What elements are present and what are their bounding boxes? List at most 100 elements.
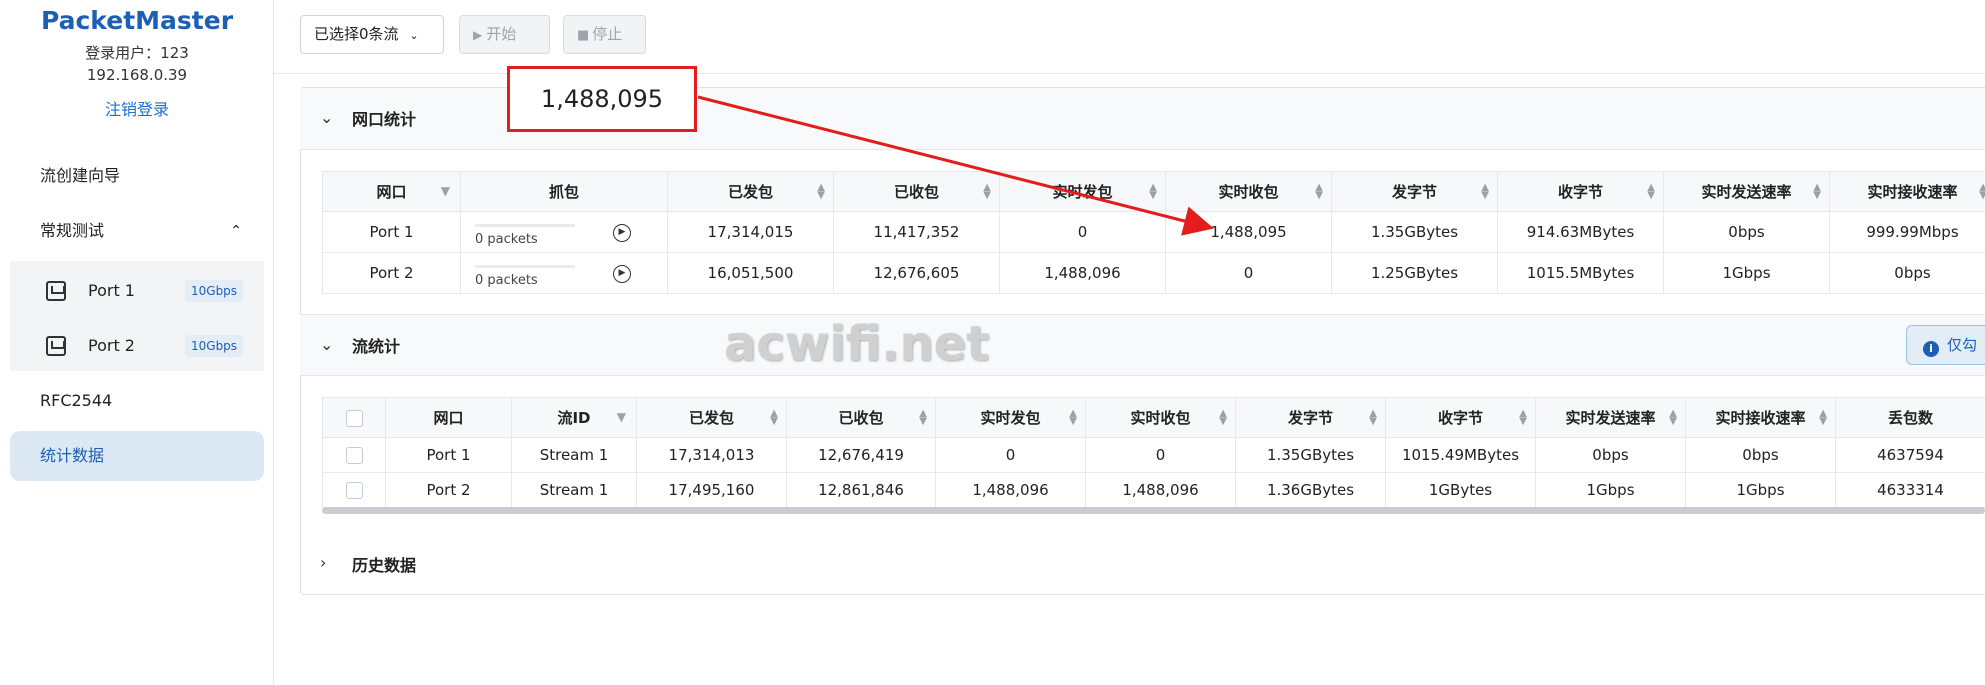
cell-flow-id: Stream 1 [511,437,637,473]
sort-icon[interactable]: ▲▼ [1979,183,1985,201]
info-tag: i 仅勾 [1906,325,1985,365]
cell-port: Port 2 [322,252,461,294]
flow-select-label: 已选择0条流 [314,25,399,43]
port-1-speed-badge: 10Gbps [185,280,244,302]
filter-icon[interactable]: ▼ [617,410,626,424]
start-button[interactable]: ▶ 开始 [459,15,550,54]
chevron-right-icon: › [320,553,327,572]
sort-icon[interactable]: ▲▼ [1069,409,1077,427]
capture-progress [475,265,575,268]
sort-icon[interactable]: ▲▼ [817,183,825,201]
col-rt-rx[interactable]: 实时收包 ▲ ▼ [1085,397,1236,438]
sidebar-item-port-1[interactable]: Port 1 10Gbps [10,264,264,318]
cell-rt-rx: 0 [1165,252,1332,294]
sort-icon[interactable]: ▲▼ [1813,183,1821,201]
col-rx-rate[interactable]: 实时接收速率▲▼ [1685,397,1836,438]
cell-port: Port 2 [385,472,512,508]
cell-tx-rate: 0bps [1663,211,1830,253]
cell-rt-rx: 1,488,095 [1165,211,1332,253]
chevron-down-icon: ⌄ [409,29,419,42]
sidebar-item-port-2[interactable]: Port 2 10Gbps [10,319,264,373]
col-rx-rate[interactable]: 实时接收速率▲▼ [1829,171,1985,212]
col-select-all[interactable] [322,397,386,438]
cell-rt-tx: 1,488,096 [999,252,1166,294]
sort-icon[interactable]: ▲▼ [1647,183,1655,201]
sort-icon[interactable]: ▲▼ [770,409,778,427]
port-2-speed-badge: 10Gbps [185,335,244,357]
col-rt-tx[interactable]: 实时发包 ▲ ▼ [999,171,1166,212]
stop-button[interactable]: ■ 停止 [563,15,646,54]
cell-tx: 17,495,160 [636,472,787,508]
cell-rx-bytes: 1GBytes [1385,472,1536,508]
history-header[interactable]: › 历史数据 [300,535,1985,595]
logout-link[interactable]: 注销登录 [0,96,274,120]
port-2-label: Port 2 [88,336,135,355]
cell-tx: 16,051,500 [667,252,834,294]
sort-icon[interactable]: ▲▼ [1149,183,1157,201]
annotation-callout: 1,488,095 [507,66,697,132]
cell-rx: 12,676,419 [786,437,936,473]
col-rx-bytes[interactable]: 收字节 ▲ ▼ [1385,397,1536,438]
col-rx-bytes[interactable]: 收字节 ▲ ▼ [1497,171,1664,212]
col-tx-rate[interactable]: 实时发送速率 ▲ ▼ [1663,171,1830,212]
col-flow-id[interactable]: 流ID ▼ [511,397,637,438]
col-tx-bytes[interactable]: 发字节 ▲ ▼ [1235,397,1386,438]
flow-stats-table: 网口 流ID ▼ 已发包 ▲ ▼ 已收包 ▲ ▼ 实时发包 ▲ ▼ 实时收包 ▲ ▼ 发字节 ▲ ▼ … [322,397,1985,508]
cell-flow-id: Stream 1 [511,472,637,508]
col-tx-bytes[interactable]: 发字节 ▲ ▼ [1331,171,1498,212]
select-all-checkbox[interactable] [345,409,363,427]
sort-icon[interactable]: ▲▼ [983,183,991,201]
cell-rt-rx: 0 [1085,437,1236,473]
sort-icon[interactable]: ▲▼ [1219,409,1227,427]
col-tx-packets[interactable]: 已发包 ▲ ▼ [636,397,787,438]
col-rt-tx[interactable]: 实时发包 ▲ ▼ [935,397,1086,438]
sort-icon[interactable]: ▲▼ [1481,183,1489,201]
filter-icon[interactable]: ▼ [441,184,450,198]
ethernet-port-icon [46,281,66,301]
sort-icon[interactable]: ▲▼ [1669,409,1677,427]
sort-icon[interactable]: ▲▼ [919,409,927,427]
nav-rfc2544[interactable]: RFC2544 [10,376,264,426]
horizontal-scrollbar[interactable] [322,507,1985,514]
cell-rx-rate: 999.99Mbps [1829,211,1985,253]
cell-select[interactable] [322,472,386,508]
sidebar: PacketMaster 登录用户：123 192.168.0.39 注销登录 … [0,0,274,685]
brand-logo: PacketMaster [40,6,234,35]
col-rt-rx[interactable]: 实时收包 ▲ ▼ [1165,171,1332,212]
play-circle-icon[interactable]: ▶ [613,265,631,283]
cell-rt-rx: 1,488,096 [1085,472,1236,508]
cell-tx-bytes: 1.35GBytes [1331,211,1498,253]
col-port[interactable]: 网口 ▼ [322,171,461,212]
flow-select-dropdown[interactable]: 已选择0条流 ⌄ [300,15,444,54]
row-checkbox[interactable] [345,482,363,499]
table-row: Port 2 0 packets ▶ 16,051,500 12,676,605… [322,252,1985,294]
table-row: Port 1 Stream 1 17,314,013 12,676,419 0 … [322,437,1985,473]
cell-rx: 12,861,846 [786,472,936,508]
nav-statistics[interactable]: 统计数据 [10,431,264,481]
col-tx-packets[interactable]: 已发包 ▲ ▼ [667,171,834,212]
nav-regular-test[interactable]: 常规测试 ⌃ [10,206,264,256]
sort-icon[interactable]: ▲▼ [1819,409,1827,427]
play-circle-icon[interactable]: ▶ [613,224,631,242]
col-tx-rate[interactable]: 实时发送速率 ▲ ▼ [1535,397,1686,438]
row-checkbox[interactable] [345,447,363,464]
sort-icon[interactable]: ▲▼ [1315,183,1323,201]
port-1-label: Port 1 [88,281,135,300]
cell-rx-rate: 0bps [1685,437,1836,473]
cell-rx-bytes: 914.63MBytes [1497,211,1664,253]
cell-tx-bytes: 1.36GBytes [1235,472,1386,508]
cell-tx-bytes: 1.25GBytes [1331,252,1498,294]
cell-tx-rate: 0bps [1535,437,1686,473]
stop-icon: ■ [577,28,590,43]
cell-rt-tx: 0 [935,437,1086,473]
cell-tx-bytes: 1.35GBytes [1235,437,1386,473]
info-tag-label: 仅勾 [1947,336,1978,354]
flow-stats-header[interactable]: ⌄ 流统计 [300,314,1985,376]
col-rx-packets[interactable]: 已收包 ▲ ▼ [786,397,936,438]
cell-select[interactable] [322,437,386,473]
nav-flow-wizard[interactable]: 流创建向导 [10,151,264,201]
sort-icon[interactable]: ▲▼ [1519,409,1527,427]
col-rx-packets[interactable]: 已收包 ▲ ▼ [833,171,1000,212]
sort-icon[interactable]: ▲▼ [1369,409,1377,427]
col-loss: 丢包数 [1835,397,1985,438]
